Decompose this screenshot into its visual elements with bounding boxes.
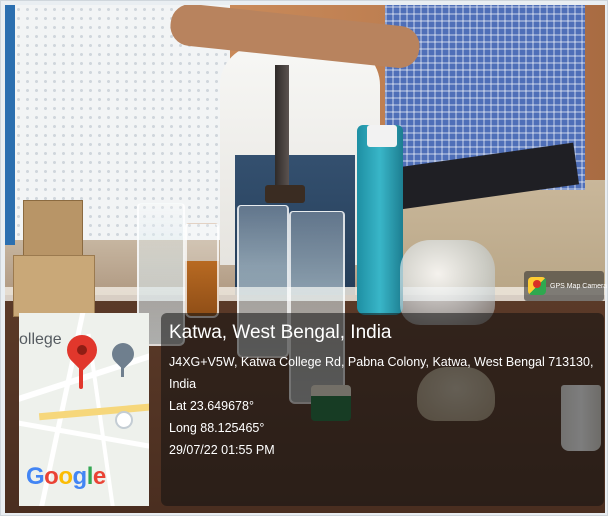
gps-map-camera-badge: GPS Map Camera — [524, 271, 608, 301]
cardboard-box-top — [23, 200, 83, 260]
app-badge-label: GPS Map Camera — [550, 282, 608, 290]
google-logo-letter: e — [92, 463, 106, 490]
college-pin-tail — [121, 361, 124, 377]
stirring-rod — [275, 65, 289, 190]
bottle-cap — [367, 125, 397, 147]
photo-frame: GPS Map Camera ollege Google Katwa, West… — [0, 0, 608, 516]
google-logo-letter: o — [58, 463, 73, 490]
longitude-text: Long 88.125465° — [169, 421, 265, 435]
timestamp-text: 29/07/22 01:55 PM — [169, 443, 275, 457]
teal-bottle — [357, 125, 403, 315]
location-title: Katwa, West Bengal, India — [169, 322, 392, 343]
map-marker-circle — [115, 411, 133, 429]
google-logo: Google — [26, 463, 106, 491]
address-country: India — [169, 377, 197, 391]
location-info-panel: Katwa, West Bengal, India J4XG+V5W, Katw… — [161, 313, 604, 506]
blue-curtain — [5, 5, 15, 245]
tea-glass — [185, 223, 219, 318]
gps-map-camera-icon — [528, 277, 546, 295]
location-pin-tail — [79, 359, 83, 389]
cardboard-box — [13, 255, 95, 317]
google-logo-letter: G — [26, 463, 45, 490]
latitude-text: Lat 23.649678° — [169, 399, 254, 413]
google-logo-letter: g — [72, 463, 88, 490]
google-logo-letter: o — [44, 463, 59, 490]
address-line: J4XG+V5W, Katwa College Rd, Pabna Colony… — [169, 355, 594, 369]
map-thumbnail: ollege Google — [19, 313, 149, 506]
map-place-label: ollege — [19, 331, 62, 348]
filter-stand — [265, 185, 305, 203]
